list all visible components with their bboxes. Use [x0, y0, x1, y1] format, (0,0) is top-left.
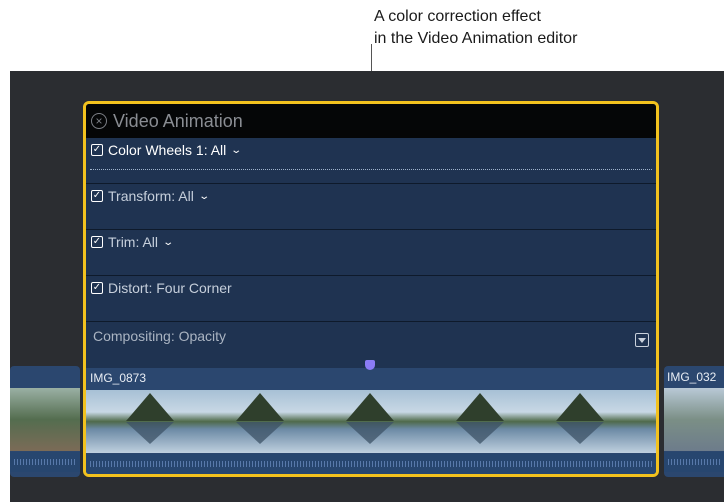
chevron-down-icon[interactable]: ⌄ — [198, 191, 210, 202]
effect-label: Trim: All — [108, 234, 159, 250]
right-clip-audio — [664, 452, 724, 472]
effect-row-header: ✓ Transform: All ⌄ — [91, 188, 210, 204]
keyframe-dotted-line — [90, 169, 652, 170]
waveform — [14, 459, 76, 465]
disclosure-triangle-icon[interactable] — [635, 333, 649, 347]
effect-row-distort[interactable]: ✓ Distort: Four Corner — [86, 276, 656, 322]
mountain-shape — [346, 393, 394, 421]
callout-annotation: A color correction effect in the Video A… — [374, 6, 577, 50]
effect-row-transform[interactable]: ✓ Transform: All ⌄ — [86, 184, 656, 230]
chevron-down-icon[interactable]: ⌄ — [231, 145, 243, 156]
reflection-shape — [456, 422, 504, 444]
main-clip[interactable]: IMG_0873 — [86, 368, 656, 474]
left-clip[interactable] — [10, 366, 80, 477]
video-animation-editor[interactable]: × Video Animation ✓ Color Wheels 1: All … — [83, 101, 659, 477]
checkbox-icon[interactable]: ✓ — [91, 190, 103, 202]
checkbox-icon[interactable]: ✓ — [91, 282, 103, 294]
right-clip-name: IMG_032 — [667, 370, 717, 384]
reflection-shape — [236, 422, 284, 444]
clip-name: IMG_0873 — [90, 371, 147, 385]
effect-row-header: ✓ Color Wheels 1: All ⌄ — [91, 142, 243, 158]
mountain-shape — [556, 393, 604, 421]
waveform — [668, 459, 720, 465]
editor-title: Video Animation — [113, 110, 243, 131]
compositing-label: Compositing: Opacity — [93, 328, 227, 344]
left-clip-audio — [10, 452, 80, 472]
clip-thumbnail-filmstrip — [86, 390, 656, 453]
callout-line-1: A color correction effect — [374, 8, 541, 25]
effect-label: Transform: All — [108, 188, 194, 204]
effect-label: Color Wheels 1: All — [108, 142, 227, 158]
clip-audio — [86, 454, 656, 474]
mountain-shape — [126, 393, 174, 421]
callout-line-2: in the Video Animation editor — [374, 30, 578, 47]
waveform — [90, 461, 652, 467]
reflection-shape — [346, 422, 394, 444]
checkbox-icon[interactable]: ✓ — [91, 236, 103, 248]
right-clip[interactable]: IMG_032 — [664, 366, 724, 477]
playhead-marker[interactable] — [365, 360, 375, 370]
effect-row-header: ✓ Distort: Four Corner — [91, 280, 232, 296]
right-clip-thumbnail — [664, 388, 724, 451]
mountain-shape — [236, 393, 284, 421]
reflection-shape — [556, 422, 604, 444]
chevron-down-icon[interactable]: ⌄ — [162, 237, 174, 248]
effect-row-color-wheels[interactable]: ✓ Color Wheels 1: All ⌄ — [86, 138, 656, 184]
effect-row-trim[interactable]: ✓ Trim: All ⌄ — [86, 230, 656, 276]
reflection-shape — [126, 422, 174, 444]
close-icon[interactable]: × — [91, 113, 107, 129]
checkbox-icon[interactable]: ✓ — [91, 144, 103, 156]
editor-header: × Video Animation — [86, 104, 656, 138]
effect-row-header: ✓ Trim: All ⌄ — [91, 234, 174, 250]
left-clip-thumbnail — [10, 388, 80, 451]
effect-label: Distort: Four Corner — [108, 280, 232, 296]
mountain-shape — [456, 393, 504, 421]
